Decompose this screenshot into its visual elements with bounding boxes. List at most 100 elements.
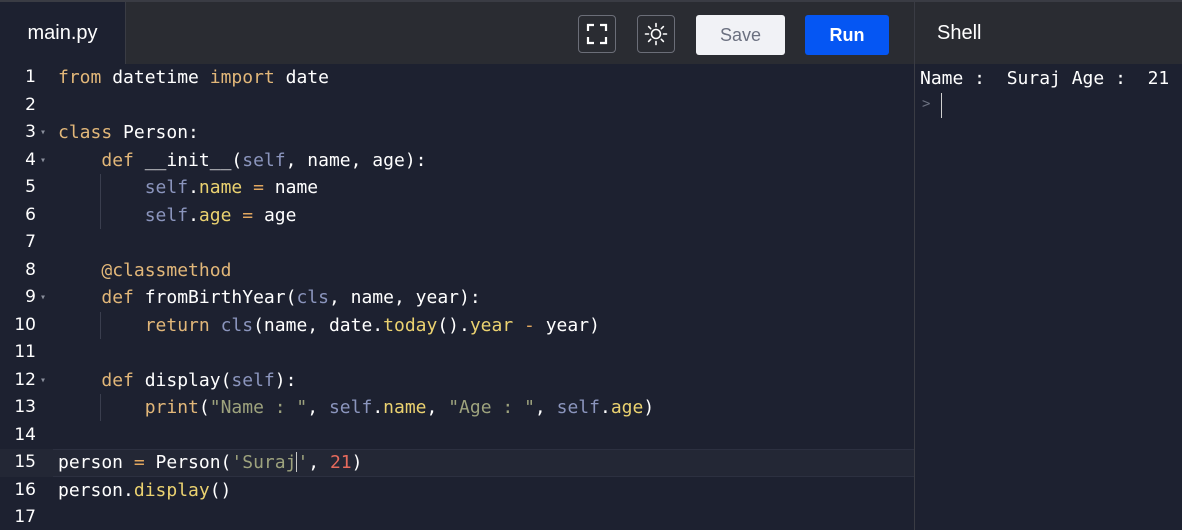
fold-arrow-icon[interactable]: ▾ xyxy=(40,284,46,312)
line-number: 12 xyxy=(14,369,36,390)
code-token: display xyxy=(133,479,210,501)
line-number: 16 xyxy=(14,479,36,500)
line-number: 17 xyxy=(14,507,36,527)
code-token: display( xyxy=(133,369,232,391)
code-token: - xyxy=(513,314,546,336)
fold-arrow-icon[interactable]: ▾ xyxy=(40,147,46,175)
save-button[interactable]: Save xyxy=(696,15,785,55)
code-line-10[interactable]: 10 return cls(name, date.today().year - … xyxy=(0,312,914,340)
code-token: ): xyxy=(274,369,297,391)
code-token: ( xyxy=(198,397,210,418)
code-token: () xyxy=(209,479,232,501)
code-line-3[interactable]: 3 ▾ class Person: xyxy=(0,119,914,147)
code-line-5[interactable]: 5 self.name = name xyxy=(0,174,914,202)
code-token: . xyxy=(599,397,611,418)
sun-icon xyxy=(644,22,668,46)
fullscreen-button[interactable] xyxy=(578,15,616,53)
code-token: name xyxy=(274,177,319,198)
line-number: 11 xyxy=(14,342,36,362)
code-line-9[interactable]: 9 ▾ def fromBirthYear(cls, name, year): xyxy=(0,284,914,312)
code-token: name xyxy=(198,177,243,198)
code-token: , xyxy=(307,397,329,418)
line-number: 4 xyxy=(25,149,36,170)
code-token: self xyxy=(556,397,600,418)
code-line-4[interactable]: 4 ▾ def __init__(self, name, age): xyxy=(0,147,914,175)
code-token: (name, date. xyxy=(253,314,384,336)
code-line-6[interactable]: 6 self.age = age xyxy=(0,202,914,230)
code-token: age xyxy=(198,204,232,226)
code-token: "Age : " xyxy=(448,397,535,418)
code-editor[interactable]: 1 from datetime import date 2 3 ▾ class … xyxy=(0,64,914,530)
line-number: 5 xyxy=(25,177,36,197)
code-line-17[interactable]: 17 xyxy=(0,504,914,530)
code-token: person. xyxy=(58,479,134,501)
shell-prompt: > xyxy=(922,96,931,112)
line-number: 9 xyxy=(25,287,36,307)
code-token: from xyxy=(58,67,102,88)
code-token: , name, age): xyxy=(285,149,427,171)
code-token: datetime xyxy=(101,67,210,88)
code-token: . xyxy=(188,204,199,226)
code-line-15-active[interactable]: 15 person = Person('Suraj', 21) xyxy=(0,449,914,477)
file-tab-main-py[interactable]: main.py xyxy=(0,2,126,65)
code-line-8[interactable]: 8 @classmethod xyxy=(0,257,914,285)
code-token: age xyxy=(263,204,297,226)
code-line-2[interactable]: 2 xyxy=(0,92,914,120)
code-token: return xyxy=(144,314,210,336)
code-token: def xyxy=(101,369,134,391)
theme-toggle-button[interactable] xyxy=(637,15,675,53)
code-token: year xyxy=(469,314,514,336)
code-token: cls xyxy=(296,287,329,308)
fold-arrow-icon[interactable]: ▾ xyxy=(40,367,46,395)
code-token: def xyxy=(101,287,134,308)
code-line-13[interactable]: 13 print("Name : ", self.name, "Age : ",… xyxy=(0,394,914,422)
code-token: import xyxy=(209,67,275,88)
code-line-14[interactable]: 14 xyxy=(0,422,914,450)
line-number: 7 xyxy=(25,232,36,252)
line-number: 8 xyxy=(25,259,36,280)
code-token: ' xyxy=(297,452,309,473)
fold-arrow-icon[interactable]: ▾ xyxy=(40,119,46,147)
code-token: , xyxy=(308,452,330,473)
code-token: 21 xyxy=(329,452,352,473)
code-line-11[interactable]: 11 xyxy=(0,339,914,367)
code-token: date xyxy=(274,67,329,88)
code-token: person xyxy=(58,452,134,473)
code-token: fromBirthYear( xyxy=(133,287,297,308)
code-token: __init__( xyxy=(133,149,243,171)
code-token: print xyxy=(144,397,199,418)
code-token: year) xyxy=(545,314,600,336)
code-token: cls xyxy=(220,314,254,336)
online-python-editor: main.py Save Run Shell 1 from datetime i… xyxy=(0,0,1182,530)
code-token: 'Suraj xyxy=(231,452,297,473)
code-token: self xyxy=(144,177,189,198)
code-token: today xyxy=(383,314,438,336)
line-number: 2 xyxy=(25,94,36,115)
code-token: , name, year): xyxy=(328,287,481,308)
code-line-7[interactable]: 7 xyxy=(0,229,914,257)
code-line-12[interactable]: 12 ▾ def display(self): xyxy=(0,367,914,395)
code-token: = xyxy=(231,204,264,226)
code-token: age xyxy=(610,397,644,418)
code-line-16[interactable]: 16 person.display() xyxy=(0,477,914,505)
code-token: Person( xyxy=(144,452,232,473)
code-token: . xyxy=(372,397,384,418)
line-number: 6 xyxy=(25,204,36,225)
code-line-1[interactable]: 1 from datetime import date xyxy=(0,64,914,92)
shell-output: Name : Suraj Age : 21 xyxy=(920,68,1170,89)
fullscreen-icon xyxy=(586,23,608,45)
code-token: , xyxy=(534,397,557,418)
code-token: name xyxy=(383,397,427,418)
shell-title: Shell xyxy=(937,21,982,44)
shell-panel[interactable]: Name : Suraj Age : 21 > xyxy=(915,64,1182,530)
run-button[interactable]: Run xyxy=(805,15,889,55)
code-token: def xyxy=(101,149,134,171)
